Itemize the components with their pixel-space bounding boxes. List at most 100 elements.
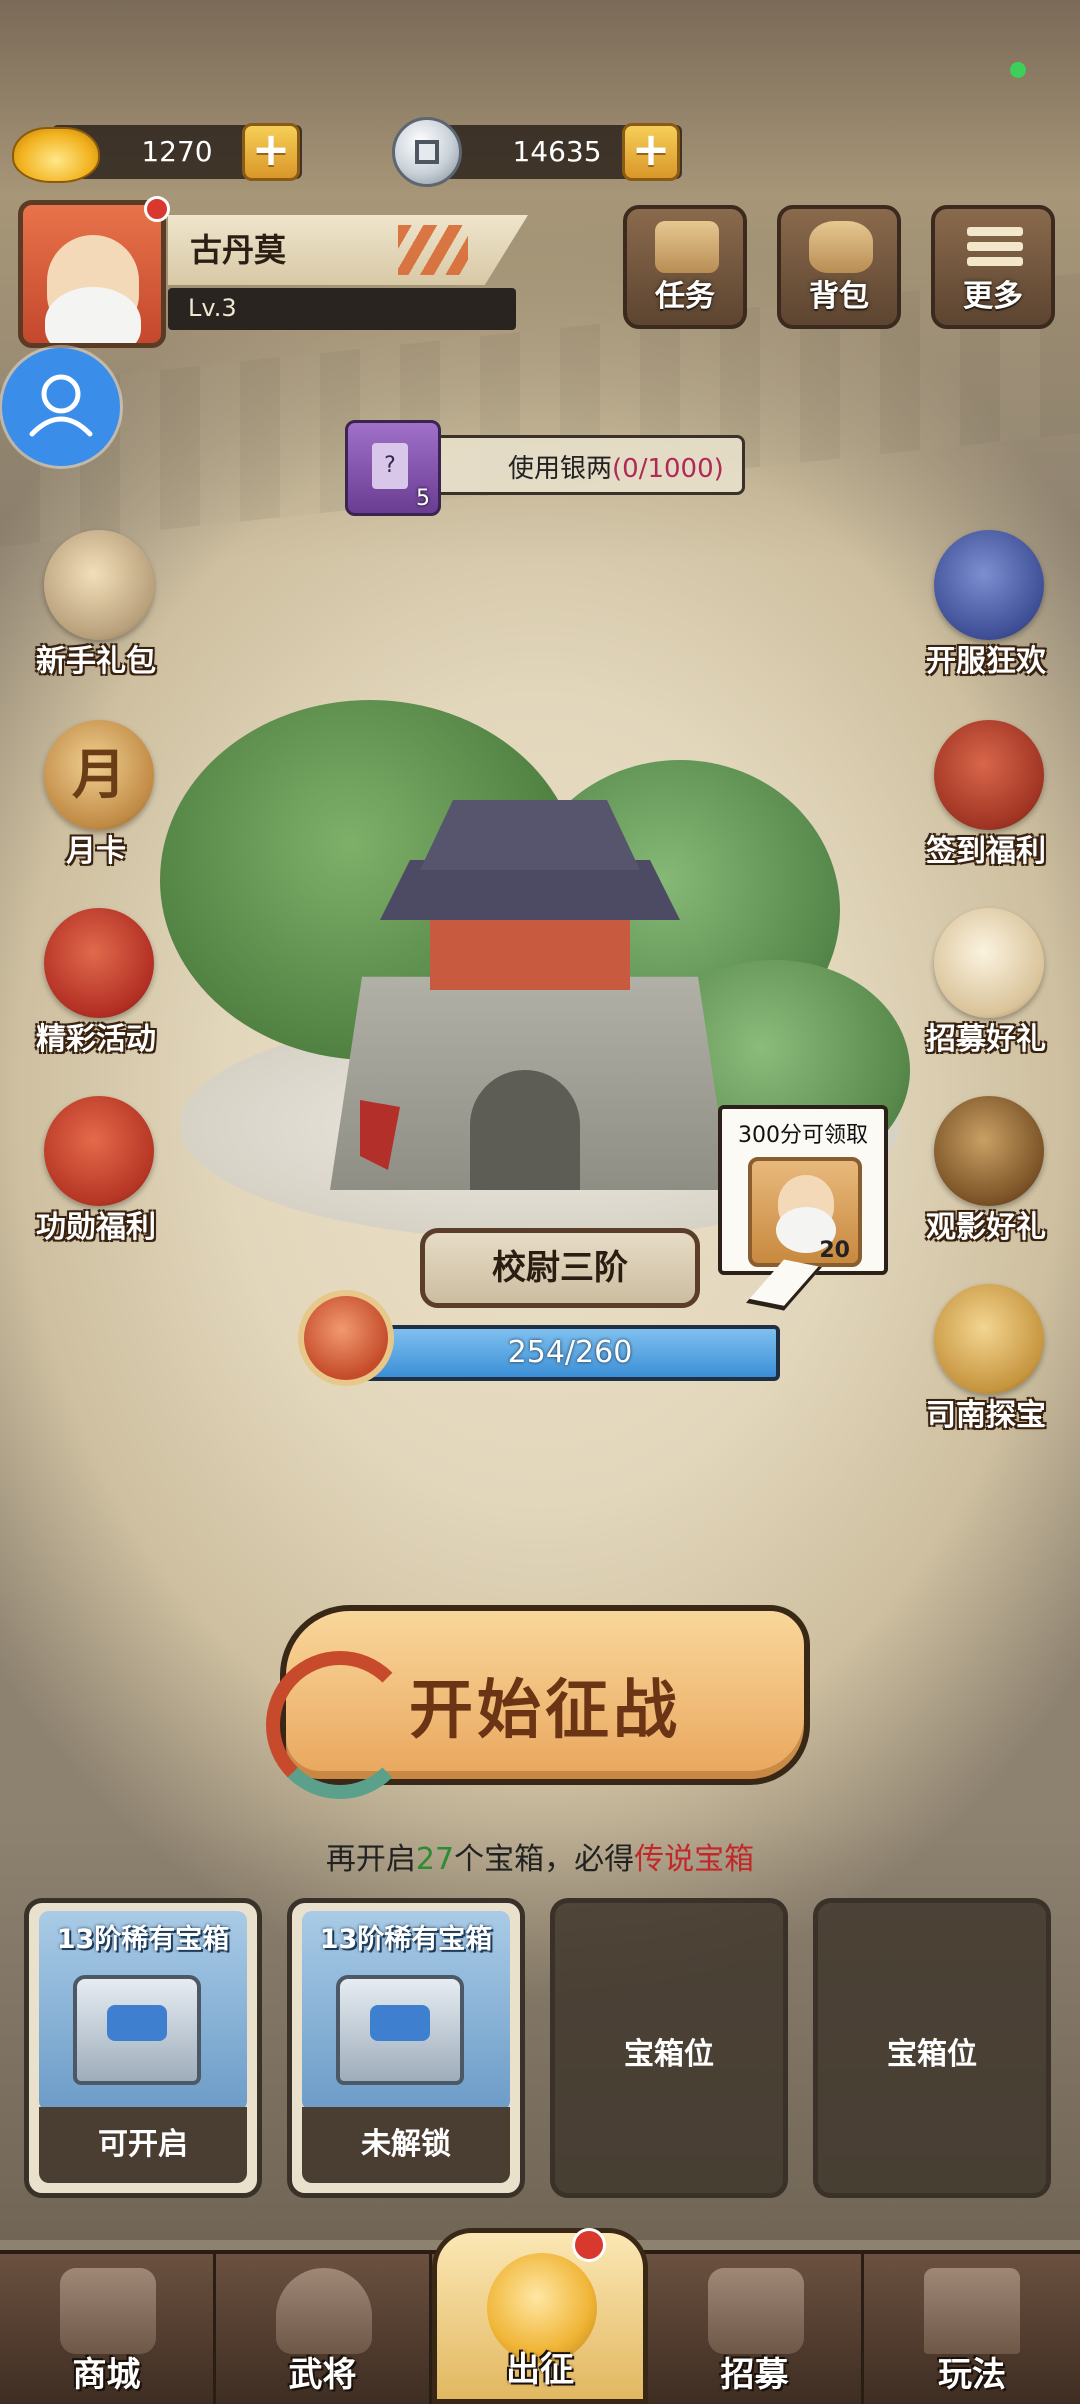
general-icon <box>934 530 1044 640</box>
campaign-notification-badge <box>572 2228 606 2262</box>
treasure-bag-icon <box>44 1096 154 1206</box>
empty-slot-label: 宝箱位 <box>624 2037 714 2072</box>
user-icon <box>29 374 93 437</box>
bag-label: 背包 <box>809 279 869 314</box>
merit-welfare-label: 功勋福利 <box>36 1210 156 1245</box>
reward-count: 20 <box>819 1238 850 1263</box>
gold-currency: 1270 + <box>12 123 312 183</box>
player-level-bar: Lv.3 <box>168 288 516 330</box>
chest-slot-4[interactable]: 宝箱位 <box>813 1898 1051 2198</box>
chest-hint-highlight: 传说宝箱 <box>634 1842 755 1877</box>
nav-recruit-label: 招募 <box>720 2355 789 2395</box>
checkin-welfare-label: 签到福利 <box>926 834 1046 869</box>
events-button[interactable]: 精彩活动 <box>16 908 176 1058</box>
chest-slot-3[interactable]: 宝箱位 <box>550 1898 788 2198</box>
nav-gameplay-label: 玩法 <box>938 2355 1006 2395</box>
month-card-label: 月卡 <box>66 834 126 869</box>
merit-welfare-button[interactable]: 功勋福利 <box>16 1096 176 1246</box>
chest-title: 13阶稀有宝箱 <box>319 1924 493 1955</box>
rank-plate: 校尉三阶 <box>420 1228 700 1308</box>
recruit-gift-button[interactable]: 招募好礼 <box>906 908 1066 1058</box>
newbie-gift-label: 新手礼包 <box>36 644 156 679</box>
compass-treasure-button[interactable]: 司南探宝 <box>906 1284 1066 1434</box>
newbie-gift-button[interactable]: 新手礼包 <box>16 530 176 680</box>
bag-button[interactable]: 背包 <box>777 205 901 329</box>
silver-chest-icon <box>336 1975 464 2085</box>
player-name: 古丹莫 <box>190 231 287 269</box>
more-label: 更多 <box>963 279 1023 314</box>
tasks-button[interactable]: 任务 <box>623 205 747 329</box>
chest-status: 可开启 <box>39 2107 247 2183</box>
chest-hint-count: 27 <box>415 1842 455 1877</box>
nav-campaign-label: 出征 <box>506 2350 574 2390</box>
nav-gameplay[interactable]: 玩法 <box>864 2254 1080 2404</box>
nav-recruit[interactable]: 招募 <box>648 2254 864 2404</box>
empty-slot-label: 宝箱位 <box>887 2037 977 2072</box>
compass-treasure-label: 司南探宝 <box>926 1398 1046 1433</box>
rank-title: 校尉三阶 <box>492 1248 628 1288</box>
menu-icon <box>963 221 1027 273</box>
silver-usage-progress: (0/1000) <box>612 454 724 484</box>
banner-chevron-decoration <box>398 225 468 275</box>
checkin-welfare-button[interactable]: 签到福利 <box>906 720 1066 870</box>
nav-generals[interactable]: 武将 <box>216 2254 432 2404</box>
avatar-notification-badge <box>144 196 170 222</box>
scroll-icon <box>708 2268 804 2354</box>
gift-bag-icon <box>44 908 154 1018</box>
shop-icon <box>60 2268 156 2354</box>
nav-campaign[interactable]: 出征 <box>432 2228 648 2404</box>
floating-user-button[interactable] <box>2 348 120 466</box>
drum-icon <box>934 908 1044 1018</box>
card-count: 5 <box>416 486 430 511</box>
nav-generals-label: 武将 <box>288 2355 357 2395</box>
status-indicator <box>1010 62 1026 78</box>
helmet-icon <box>276 2268 372 2354</box>
events-label: 精彩活动 <box>36 1022 156 1057</box>
rank-exp-bar: 254/260 <box>360 1325 780 1381</box>
warrior-icon <box>44 530 154 640</box>
bag-icon <box>809 221 873 273</box>
tower-roof-upper <box>420 800 640 870</box>
start-battle-button[interactable]: 开始征战 <box>266 1605 810 1799</box>
chest-hint: 再开启27个宝箱，必得传说宝箱 <box>325 1842 755 1877</box>
chest-title: 13阶稀有宝箱 <box>56 1924 230 1955</box>
sinan-compass-icon <box>934 1284 1044 1394</box>
chest-slot-1[interactable]: 13阶稀有宝箱 可开启 <box>24 1898 262 2198</box>
chest-status: 未解锁 <box>302 2107 510 2183</box>
reward-condition: 300分可领取 <box>738 1123 868 1148</box>
nav-shop[interactable]: 商城 <box>0 2254 216 2404</box>
nav-shop-label: 商城 <box>72 2355 141 2395</box>
reward-hero-card: 20 <box>748 1157 862 1267</box>
player-avatar[interactable] <box>18 200 166 348</box>
tasks-label: 任务 <box>655 279 715 314</box>
start-battle-label: 开始征战 <box>409 1673 681 1748</box>
watch-ad-gift-button[interactable]: 观影好礼 <box>906 1096 1066 1246</box>
more-button[interactable]: 更多 <box>931 205 1055 329</box>
silver-usage-bar: 使用银两(0/1000) <box>405 435 745 495</box>
mystery-card-icon: ? 5 <box>345 420 441 516</box>
add-silver-button[interactable]: + <box>622 123 680 181</box>
exp-pouch-icon <box>298 1290 394 1386</box>
scroll-icon <box>655 221 719 273</box>
add-gold-button[interactable]: + <box>242 123 300 181</box>
month-card-icon: 月 <box>44 720 154 830</box>
pavilion-icon <box>924 2268 1020 2354</box>
avatar-beard <box>45 287 141 343</box>
player-level: Lv.3 <box>188 294 237 322</box>
recruit-gift-label: 招募好礼 <box>926 1022 1046 1057</box>
server-carnival-button[interactable]: 开服狂欢 <box>906 530 1066 680</box>
silver-usage-text: 使用银两(0/1000) <box>508 454 724 484</box>
reward-bubble[interactable]: 300分可领取 20 <box>718 1105 888 1275</box>
chest-slot-2[interactable]: 13阶稀有宝箱 未解锁 <box>287 1898 525 2198</box>
watch-ad-gift-label: 观影好礼 <box>926 1210 1046 1245</box>
player-name-banner: 古丹莫 <box>168 215 528 285</box>
fortress-gate <box>470 1070 580 1190</box>
silver-chest-icon <box>73 1975 201 2085</box>
rank-exp-value: 254/260 <box>507 1335 633 1370</box>
month-card-button[interactable]: 月 月卡 <box>16 720 176 870</box>
server-carnival-label: 开服狂欢 <box>926 644 1046 679</box>
silver-coin-icon <box>392 117 462 187</box>
bottom-nav: 商城 武将 出征 招募 玩法 <box>0 2228 1080 2404</box>
compass-dial-icon <box>934 1096 1044 1206</box>
silver-currency: 14635 + <box>392 117 692 187</box>
